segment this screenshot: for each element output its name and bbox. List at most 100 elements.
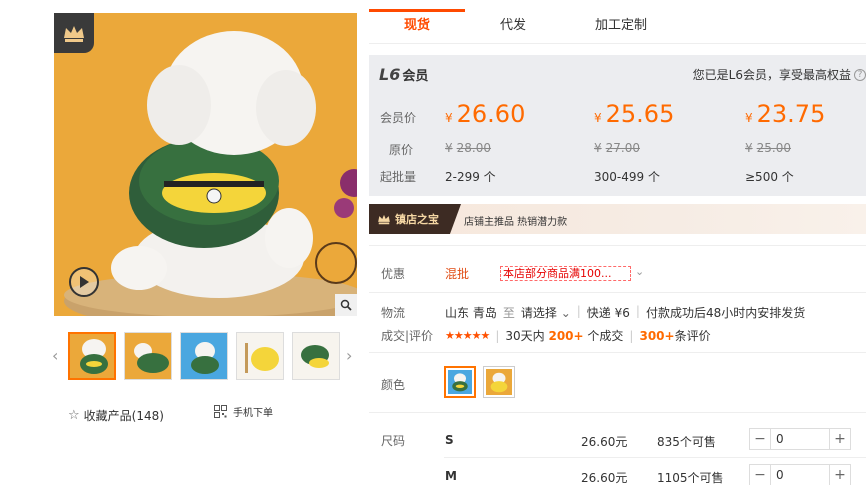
price-panel: L6 会员 您已是L6会员，享受最高权益 ? 会员价 原价 起批量 ¥26.60… <box>369 55 866 196</box>
color-swatch-1[interactable] <box>444 366 476 398</box>
thumbnail-image <box>293 333 339 379</box>
tier-price-3: ¥23.75 <box>745 100 825 128</box>
shop-highlight-bar: 镇店之宝 店铺主推品 热销潜力款 <box>369 204 866 234</box>
thumbnail-image <box>181 333 227 379</box>
tier-price-1: ¥26.60 <box>445 100 525 128</box>
zoom-button[interactable] <box>335 294 357 316</box>
sold-prefix: 30天内 <box>505 329 545 343</box>
size-price: 26.60元 <box>581 471 628 485</box>
shop-treasure-badge: 镇店之宝 <box>369 204 461 234</box>
chevron-left-icon[interactable]: ‹ <box>52 346 58 365</box>
deal-review-label: 成交|评价 <box>381 329 434 343</box>
divider <box>369 412 866 413</box>
size-row: M 26.60元 1105个可售 − 0 + <box>445 461 866 485</box>
original-value: 27.00 <box>605 141 640 155</box>
mobile-order-label: 手机下单 <box>233 408 273 419</box>
ship-destination-select[interactable]: 请选择 ⌄ <box>521 304 571 321</box>
sold-info[interactable]: 30天内 200+ 个成交 <box>505 327 623 344</box>
quantity-stepper: − 0 + <box>749 464 851 485</box>
deal-review-info: ★★★★★ | 30天内 200+ 个成交 | 300+条评价 <box>445 327 711 344</box>
quantity-input[interactable]: 0 <box>770 429 830 449</box>
tier-original-2: ¥27.00 <box>594 141 640 155</box>
size-row: S 26.60元 835个可售 − 0 + <box>445 425 866 455</box>
tier-qty-3: ≥500 个 <box>745 170 794 184</box>
size-price: 26.60元 <box>581 435 628 449</box>
price-value: 25.65 <box>605 100 675 128</box>
chevron-down-icon[interactable]: ⌄ <box>635 265 644 278</box>
member-notice-text: 您已是L6会员，享受最高权益 <box>692 68 851 82</box>
shop-badge-label: 镇店之宝 <box>395 213 439 226</box>
promo-tag: 混批 <box>445 267 470 281</box>
divider <box>369 292 866 293</box>
tab-custom[interactable]: 加工定制 <box>561 10 681 43</box>
separator: | <box>495 328 500 343</box>
divider <box>444 457 866 458</box>
original-price-label: 原价 <box>389 143 414 157</box>
size-name: M <box>445 469 457 483</box>
tier-qty-2: 300-499 个 <box>594 170 660 184</box>
divider <box>369 352 866 353</box>
swatch-image <box>448 370 472 394</box>
quantity-stepper: − 0 + <box>749 428 851 450</box>
color-swatch-2[interactable] <box>483 366 515 398</box>
plus-icon[interactable]: + <box>830 429 850 449</box>
logistics-info: 山东 青岛 至 请选择 ⌄ | 快递 ¥6 | 付款成功后48小时内安排发货 <box>445 304 805 321</box>
price-value: 23.75 <box>756 100 826 128</box>
thumbnail-3[interactable] <box>180 332 228 380</box>
mobile-order-button[interactable]: 手机下单 <box>214 404 273 419</box>
favorite-button[interactable]: ☆ 收藏产品(148) <box>68 407 164 424</box>
quantity-input[interactable]: 0 <box>770 465 830 485</box>
product-photo <box>54 13 357 316</box>
thumbnail-strip: ‹ › <box>52 330 359 382</box>
member-notice: 您已是L6会员，享受最高权益 ? <box>693 66 866 83</box>
thumbnail-5[interactable] <box>292 332 340 380</box>
chevron-down-icon: ⌄ <box>560 306 571 320</box>
thumbnail-1[interactable] <box>68 332 116 380</box>
tier-original-1: ¥28.00 <box>445 141 491 155</box>
separator: | <box>629 328 634 343</box>
size-stock: 835个可售 <box>657 435 716 449</box>
member-level: L6 会员 <box>379 65 428 84</box>
thumbnail-4[interactable] <box>236 332 284 380</box>
size-label: 尺码 <box>381 434 406 448</box>
currency-symbol: ¥ <box>594 141 602 155</box>
review-info[interactable]: 300+条评价 <box>639 327 710 344</box>
zoom-icon <box>340 299 352 311</box>
tier-original-3: ¥25.00 <box>745 141 791 155</box>
minus-icon[interactable]: − <box>750 429 770 449</box>
sold-count: 200+ <box>548 329 584 343</box>
play-video-button[interactable] <box>69 267 99 297</box>
tier-price-2: ¥25.65 <box>594 100 674 128</box>
crown-icon <box>64 26 84 42</box>
ship-note: 付款成功后48小时内安排发货 <box>645 306 806 320</box>
price-value: 26.60 <box>456 100 526 128</box>
qrcode-icon <box>214 405 227 418</box>
currency-symbol: ¥ <box>594 111 602 125</box>
review-count: 300+ <box>639 329 675 343</box>
currency-symbol: ¥ <box>445 111 453 125</box>
tab-dropship[interactable]: 代发 <box>465 10 561 43</box>
currency-symbol: ¥ <box>745 141 753 155</box>
play-icon <box>80 276 89 288</box>
ship-to: 至 <box>502 306 515 320</box>
logistics-label: 物流 <box>381 306 406 320</box>
main-product-image[interactable] <box>54 13 357 316</box>
plus-icon[interactable]: + <box>830 465 850 485</box>
thumbnail-2[interactable] <box>124 332 172 380</box>
rating-stars-icon: ★★★★★ <box>445 329 490 342</box>
member-level-badge: L6 <box>379 65 401 84</box>
thumbnail-image <box>70 334 114 378</box>
crown-icon <box>378 214 390 225</box>
star-outline-icon: ☆ <box>68 408 80 423</box>
ship-origin: 山东 青岛 <box>445 306 497 320</box>
divider <box>369 245 866 246</box>
tier-qty-1: 2-299 个 <box>445 170 496 184</box>
minus-icon[interactable]: − <box>750 465 770 485</box>
promo-detail[interactable]: 本店部分商品满100... <box>500 266 631 281</box>
chevron-right-icon[interactable]: › <box>346 346 352 365</box>
size-stock: 1105个可售 <box>657 471 724 485</box>
member-title: 会员 <box>402 69 429 84</box>
purchase-mode-tabs: 现货 代发 加工定制 <box>369 9 866 44</box>
tab-spot[interactable]: 现货 <box>369 9 465 43</box>
help-icon[interactable]: ? <box>854 68 866 81</box>
